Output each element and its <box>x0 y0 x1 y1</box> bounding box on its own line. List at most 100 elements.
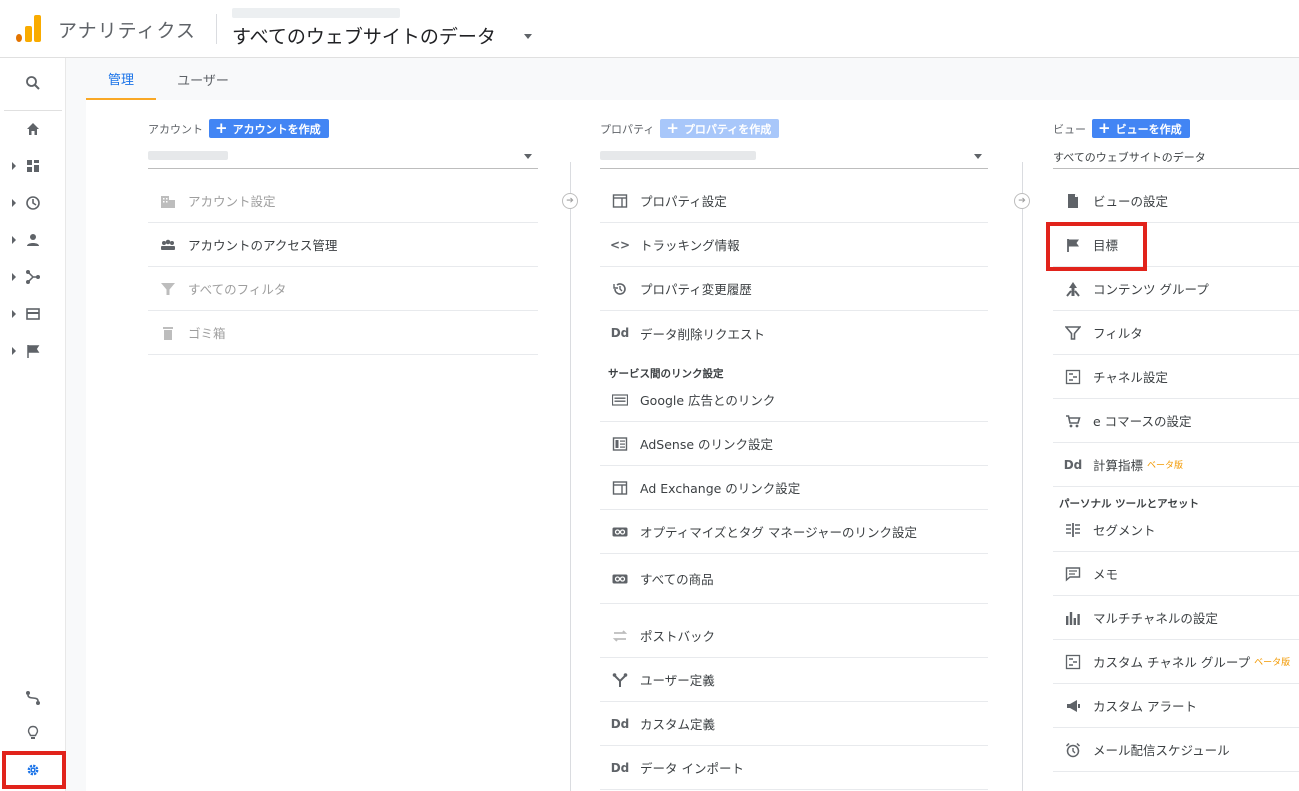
item-label: フィルタ <box>1093 326 1143 341</box>
create-property-label: プロパティを作成 <box>683 122 772 136</box>
account-breadcrumb-redacted[interactable] <box>232 8 400 18</box>
expand-arrow-icon <box>12 310 16 318</box>
expand-arrow-icon <box>12 199 16 207</box>
tab-admin[interactable]: 管理 <box>86 58 156 100</box>
view-selector[interactable]: すべてのウェブサイトのデータ <box>1053 143 1299 169</box>
channel-icon <box>1063 652 1083 672</box>
history-icon <box>610 279 630 299</box>
view-selector-title[interactable]: すべてのウェブサイトのデータ <box>232 22 496 49</box>
expand-arrow-icon <box>12 347 16 355</box>
property-settings-item[interactable]: プロパティ設定 <box>600 179 988 223</box>
item-label: カスタム チャネル グループ <box>1093 655 1251 670</box>
property-selector[interactable] <box>600 143 988 169</box>
annotation-icon <box>1063 564 1083 584</box>
chevron-down-icon[interactable] <box>974 154 982 159</box>
annotations-item[interactable]: メモ <box>1053 552 1299 596</box>
megaphone-icon <box>1063 696 1083 716</box>
create-account-button[interactable]: + アカウントを作成 <box>209 119 329 138</box>
item-label: コンテンツ グループ <box>1093 282 1209 297</box>
ad-exchange-link-item[interactable]: Ad Exchange のリンク設定 <box>600 466 988 510</box>
property-history-item[interactable]: プロパティ変更履歴 <box>600 267 988 311</box>
data-import-item[interactable]: Dd データ インポート <box>600 746 988 790</box>
item-label: マルチチャネルの設定 <box>1093 611 1218 626</box>
optimize-tag-manager-link-item[interactable]: オプティマイズとタグ マネージャーのリンク設定 <box>600 510 988 554</box>
all-products-item[interactable]: すべての商品 <box>600 554 988 604</box>
calculated-metrics-item[interactable]: Dd 計算指標 ベータ版 <box>1053 443 1299 487</box>
tab-user[interactable]: ユーザー <box>170 58 236 100</box>
property-label: プロパティ <box>600 122 655 136</box>
segments-item[interactable]: セグメント <box>1053 508 1299 552</box>
analytics-logo-icon[interactable] <box>16 14 42 42</box>
expand-arrow-icon <box>12 273 16 281</box>
custom-definitions-item[interactable]: Dd カスタム定義 <box>600 702 988 746</box>
adsense-icon <box>610 434 630 454</box>
adsense-link-item[interactable]: AdSense のリンク設定 <box>600 422 988 466</box>
create-view-label: ビューを作成 <box>1115 122 1182 136</box>
bar-chart-icon <box>1063 608 1083 628</box>
create-account-label: アカウントを作成 <box>232 122 321 136</box>
expand-arrow-icon <box>12 162 16 170</box>
people-icon <box>158 235 178 255</box>
account-selector[interactable] <box>148 143 538 169</box>
google-ads-link-item[interactable]: Google 広告とのリンク <box>600 378 988 422</box>
plus-icon: + <box>1098 119 1111 137</box>
view-settings-item[interactable]: ビューの設定 <box>1053 179 1299 223</box>
item-label: プロパティ設定 <box>640 194 727 209</box>
item-label: AdSense のリンク設定 <box>640 437 773 452</box>
conversions-icon[interactable] <box>0 336 66 366</box>
item-label: すべての商品 <box>640 572 714 587</box>
dd-icon: Dd <box>610 716 630 731</box>
realtime-icon[interactable] <box>0 188 66 218</box>
postback-icon <box>610 626 630 646</box>
multichannel-settings-item[interactable]: マルチチャネルの設定 <box>1053 596 1299 640</box>
create-property-button[interactable]: + プロパティを作成 <box>660 119 780 138</box>
item-label: アカウントのアクセス管理 <box>188 238 338 253</box>
window-icon <box>610 191 630 211</box>
app-name: アナリティクス <box>58 20 196 42</box>
item-label: ユーザー定義 <box>640 673 715 688</box>
view-column-header: ビュー + ビューを作成 <box>1053 119 1190 138</box>
plus-icon: + <box>666 119 679 137</box>
account-settings-item[interactable]: アカウント設定 <box>148 179 538 223</box>
behavior-icon[interactable] <box>0 299 66 329</box>
expand-arrow-icon <box>12 236 16 244</box>
item-label: カスタム定義 <box>640 717 716 732</box>
chevron-down-icon[interactable] <box>524 34 532 39</box>
ecommerce-settings-item[interactable]: e コマースの設定 <box>1053 399 1299 443</box>
attribution-icon[interactable] <box>0 683 66 713</box>
view-filters-item[interactable]: フィルタ <box>1053 311 1299 355</box>
chevron-down-icon[interactable] <box>524 154 532 159</box>
alarm-icon <box>1063 740 1083 760</box>
custom-alerts-item[interactable]: カスタム アラート <box>1053 684 1299 728</box>
item-label: ポストバック <box>640 629 716 644</box>
discover-icon[interactable] <box>0 718 66 748</box>
arrow-right-icon: ➔ <box>1014 193 1030 209</box>
all-filters-item[interactable]: すべてのフィルタ <box>148 267 538 311</box>
acquisition-icon[interactable] <box>0 262 66 292</box>
beta-badge: ベータ版 <box>1254 658 1291 668</box>
user-defined-item[interactable]: ユーザー定義 <box>600 658 988 702</box>
scheduled-emails-item[interactable]: メール配信スケジュール <box>1053 728 1299 772</box>
item-label: メール配信スケジュール <box>1093 743 1230 758</box>
dd-icon: Dd <box>610 326 630 340</box>
item-label: すべてのフィルタ <box>188 282 287 297</box>
item-label: Google 広告とのリンク <box>640 393 776 408</box>
search-icon[interactable] <box>0 68 66 98</box>
custom-channel-grouping-item[interactable]: カスタム チャネル グループ ベータ版 <box>1053 640 1299 684</box>
create-view-button[interactable]: + ビューを作成 <box>1092 119 1190 138</box>
column-divider <box>1022 162 1023 791</box>
home-icon[interactable] <box>0 114 66 144</box>
view-selector-value: すべてのウェブサイトのデータ <box>1053 151 1206 164</box>
trash-icon <box>158 323 178 343</box>
tracking-info-item[interactable]: <> トラッキング情報 <box>600 223 988 267</box>
channel-settings-item[interactable]: チャネル設定 <box>1053 355 1299 399</box>
content-grouping-item[interactable]: コンテンツ グループ <box>1053 267 1299 311</box>
customization-icon[interactable] <box>0 151 66 181</box>
audience-icon[interactable] <box>0 225 66 255</box>
cart-icon <box>1063 411 1083 431</box>
property-column-header: プロパティ + プロパティを作成 <box>600 119 780 138</box>
postback-item[interactable]: ポストバック <box>600 614 988 658</box>
data-deletion-item[interactable]: Dd データ削除リクエスト <box>600 311 988 355</box>
trash-item[interactable]: ゴミ箱 <box>148 311 538 355</box>
account-access-management-item[interactable]: アカウントのアクセス管理 <box>148 223 538 267</box>
